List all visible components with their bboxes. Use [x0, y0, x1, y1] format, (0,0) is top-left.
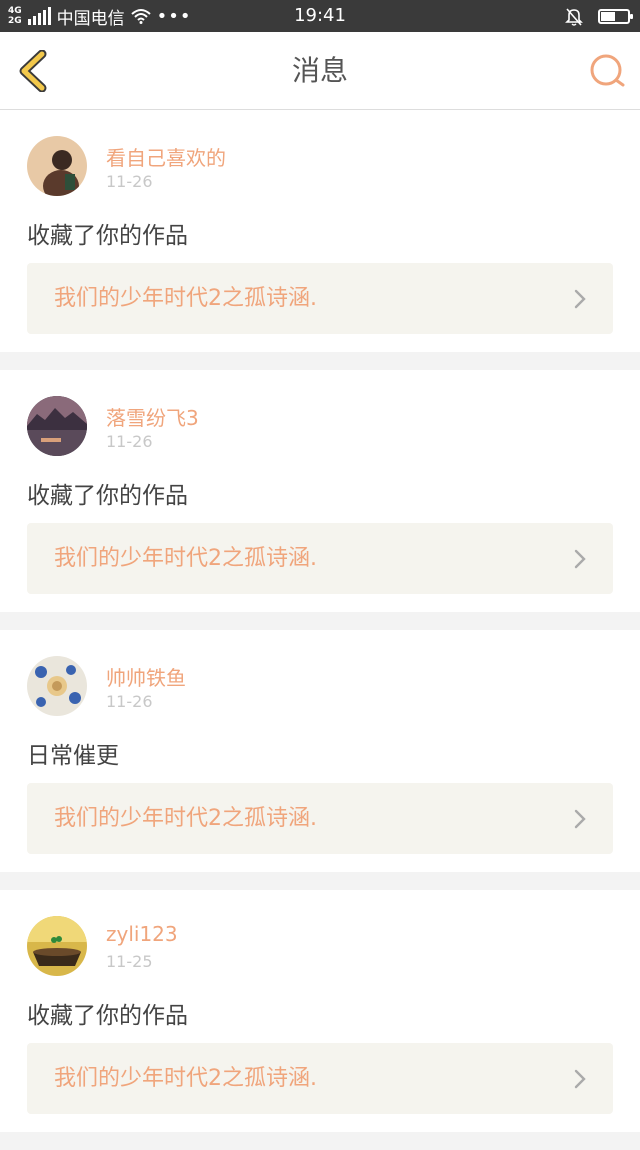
avatar[interactable] — [27, 656, 87, 716]
work-title: 我们的少年时代2之孤诗涵. — [54, 286, 317, 311]
username[interactable]: zyli123 — [106, 922, 178, 946]
status-time: 19:41 — [294, 5, 346, 26]
message-action: 收藏了你的作品 — [27, 223, 188, 249]
chevron-right-icon — [574, 549, 586, 569]
message-card: 落雪纷飞3 11-26 收藏了你的作品 我们的少年时代2之孤诗涵. — [0, 370, 640, 612]
message-date: 11-26 — [106, 432, 153, 451]
message-card: zyli123 11-25 收藏了你的作品 我们的少年时代2之孤诗涵. — [0, 890, 640, 1132]
battery-icon — [598, 8, 633, 24]
status-bar: 4G 2G 中国电信 ••• 19:41 — [0, 0, 640, 32]
avatar[interactable] — [27, 396, 87, 456]
message-action: 收藏了你的作品 — [27, 483, 188, 509]
message-card: 帅帅铁鱼 11-26 日常催更 我们的少年时代2之孤诗涵. — [0, 630, 640, 872]
message-date: 11-25 — [106, 952, 153, 971]
message-list: 看自己喜欢的 11-26 收藏了你的作品 我们的少年时代2之孤诗涵. 落雪纷飞3… — [0, 110, 640, 1150]
chevron-right-icon — [574, 809, 586, 829]
work-title: 我们的少年时代2之孤诗涵. — [54, 1066, 317, 1091]
message-card: 看自己喜欢的 11-26 收藏了你的作品 我们的少年时代2之孤诗涵. — [0, 110, 640, 352]
nav-bar: 消息 — [0, 32, 640, 110]
status-right — [564, 0, 633, 32]
username[interactable]: 看自己喜欢的 — [106, 142, 226, 171]
page-title: 消息 — [291, 54, 348, 87]
work-title: 我们的少年时代2之孤诗涵. — [54, 546, 317, 571]
work-link[interactable]: 我们的少年时代2之孤诗涵. — [27, 1043, 613, 1114]
work-link[interactable]: 我们的少年时代2之孤诗涵. — [27, 783, 613, 854]
chevron-right-icon — [574, 289, 586, 309]
battery-fill — [601, 11, 615, 21]
message-action: 收藏了你的作品 — [27, 1003, 188, 1029]
search-button[interactable] — [588, 52, 626, 90]
work-title: 我们的少年时代2之孤诗涵. — [54, 806, 317, 831]
notification-off-icon — [565, 8, 583, 26]
work-link[interactable]: 我们的少年时代2之孤诗涵. — [27, 263, 613, 334]
chevron-right-icon — [574, 1069, 586, 1089]
message-action: 日常催更 — [27, 743, 119, 769]
avatar[interactable] — [27, 136, 87, 196]
username[interactable]: 帅帅铁鱼 — [106, 662, 186, 691]
work-link[interactable]: 我们的少年时代2之孤诗涵. — [27, 523, 613, 594]
avatar[interactable] — [27, 916, 87, 976]
message-date: 11-26 — [106, 692, 153, 711]
username[interactable]: 落雪纷飞3 — [106, 402, 199, 431]
message-date: 11-26 — [106, 172, 153, 191]
